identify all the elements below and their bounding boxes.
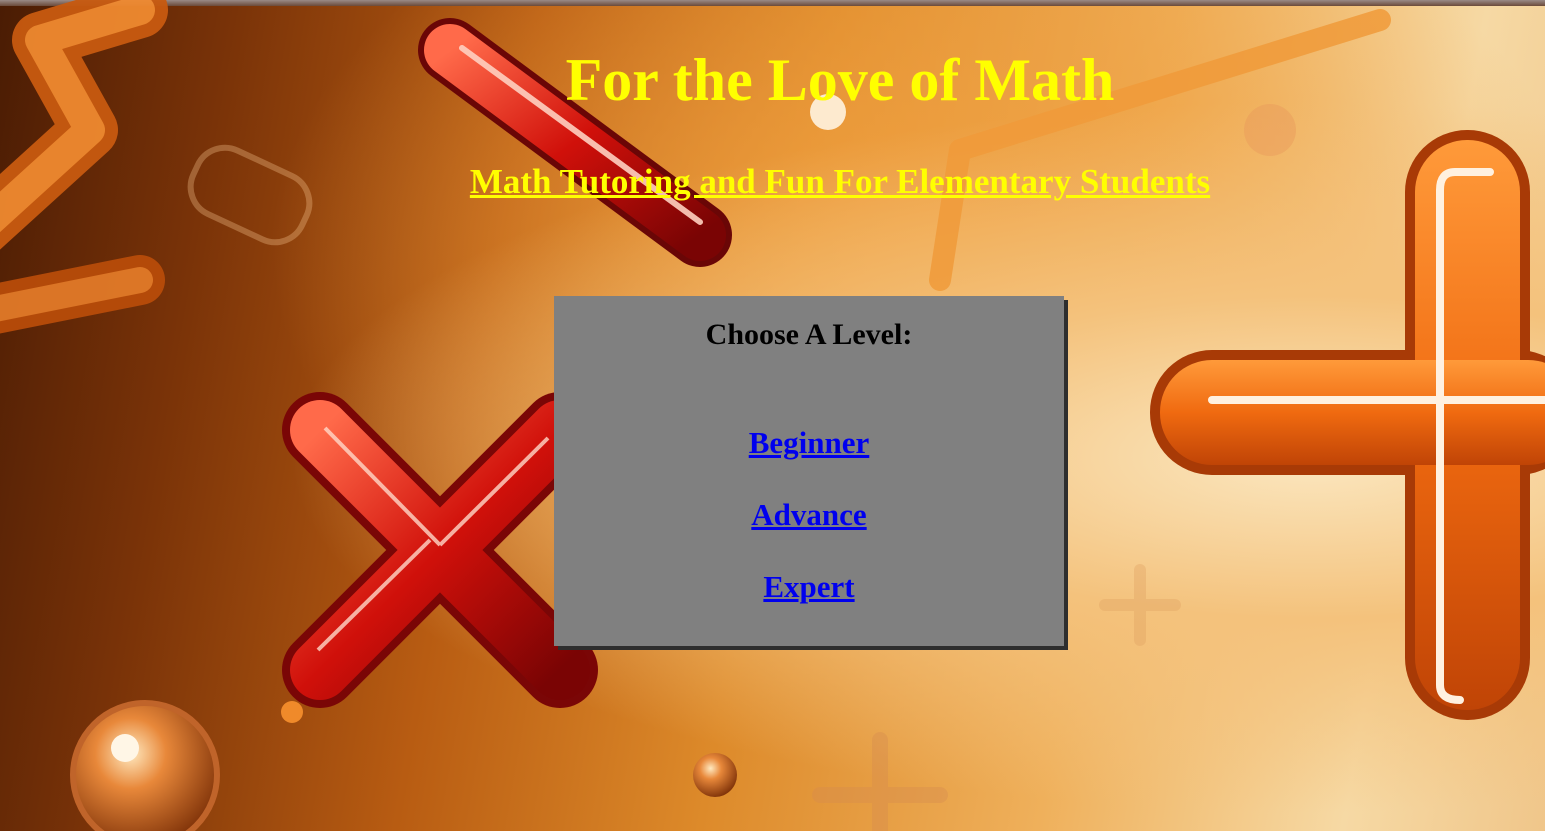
level-item-beginner: Beginner (554, 424, 1064, 462)
times-symbol-icon (282, 392, 598, 708)
page-subtitle: Math Tutoring and Fun For Elementary Stu… (469, 162, 1211, 201)
page-title: For the Love of Math (565, 47, 1115, 113)
level-item-advance: Advance (554, 496, 1064, 534)
plus-symbol-icon (1150, 130, 1545, 720)
level-heading: Choose A Level: (705, 318, 913, 351)
page: For the Love of Math Math Tutoring and F… (0, 0, 1545, 831)
expert-link[interactable]: Expert (763, 569, 854, 604)
advance-link[interactable]: Advance (751, 497, 866, 532)
level-panel: Choose A Level: Beginner Advance Expert (554, 296, 1064, 646)
beginner-link[interactable]: Beginner (749, 425, 870, 460)
level-item-expert: Expert (554, 568, 1064, 606)
